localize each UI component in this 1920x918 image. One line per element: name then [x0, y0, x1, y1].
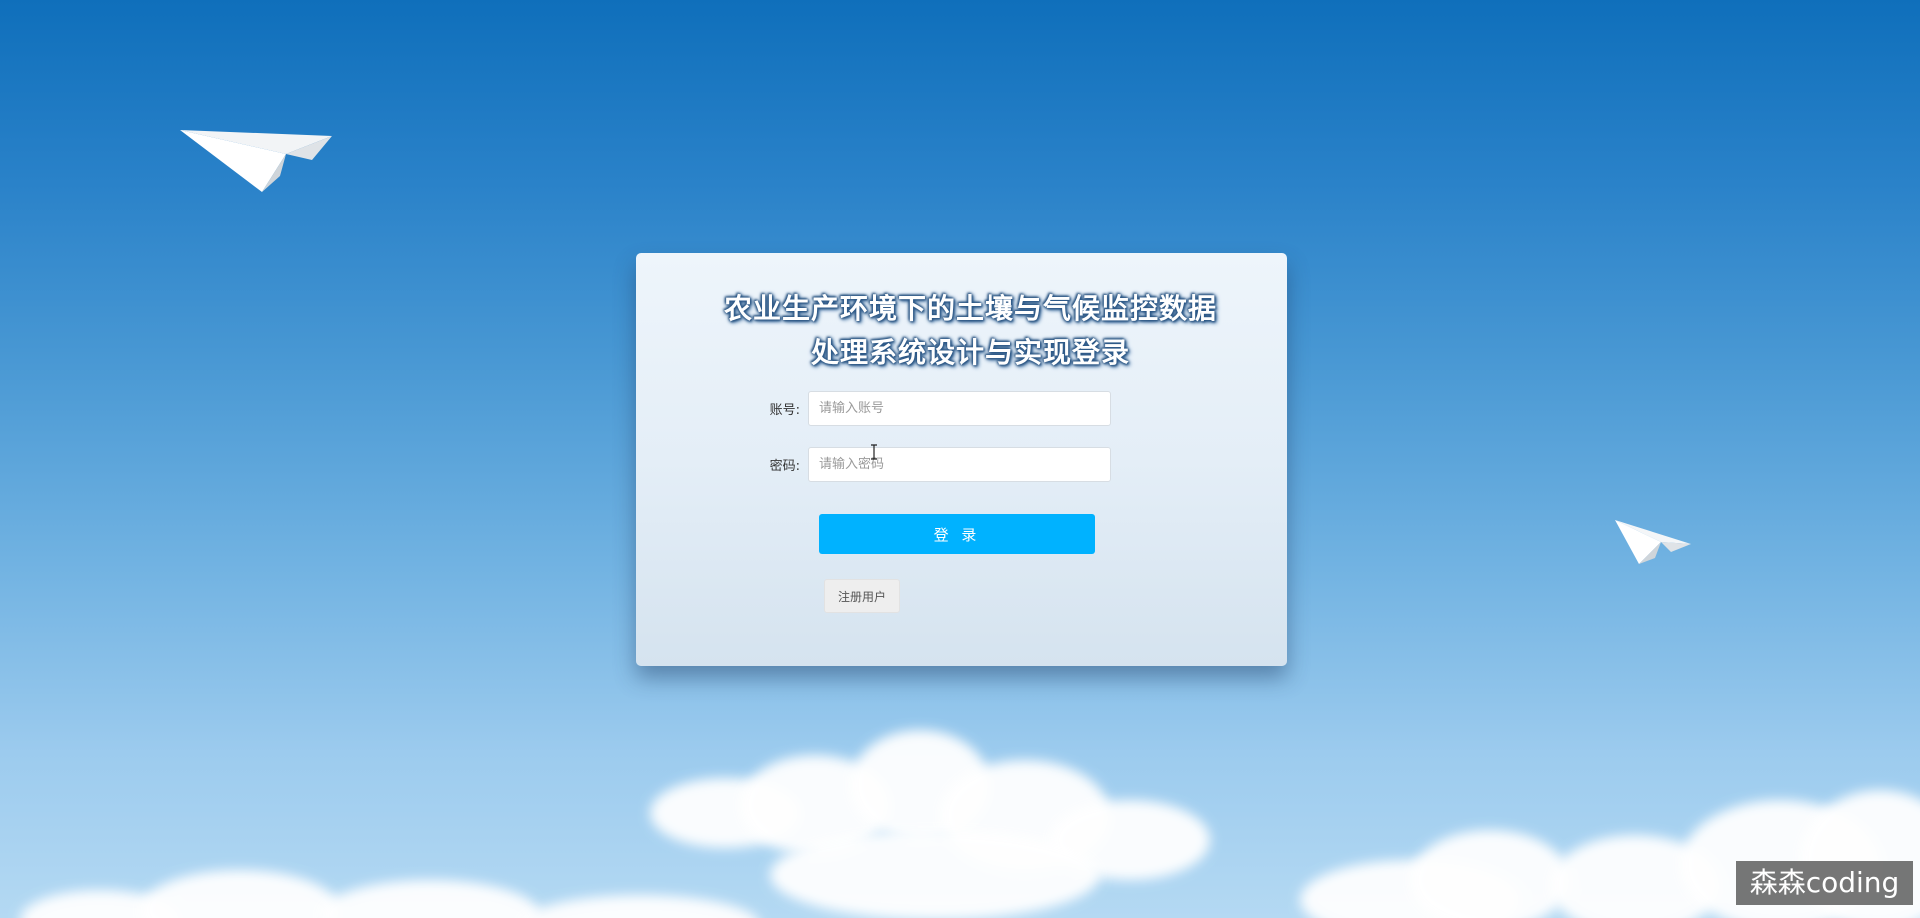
login-panel: 农业生产环境下的土壤与气候监控数据 处理系统设计与实现登录 账号: 密码: 登 …	[636, 253, 1287, 666]
password-row: 密码:	[760, 447, 1111, 482]
sky-background: 农业生产环境下的土壤与气候监控数据 处理系统设计与实现登录 账号: 密码: 登 …	[0, 0, 1920, 918]
account-label: 账号:	[769, 403, 800, 418]
cloud-bottom-left	[20, 860, 780, 918]
watermark: 森森coding	[1736, 861, 1913, 905]
account-input[interactable]	[808, 391, 1111, 426]
paper-plane-icon	[180, 130, 332, 192]
account-row: 账号:	[760, 391, 1111, 426]
page-title-line-2: 处理系统设计与实现登录	[810, 336, 1130, 369]
login-button[interactable]: 登 录	[819, 514, 1095, 554]
password-input[interactable]	[808, 447, 1111, 482]
page-title-line-1: 农业生产环境下的土壤与气候监控数据	[723, 292, 1217, 325]
page-title: 农业生产环境下的土壤与气候监控数据 处理系统设计与实现登录	[636, 287, 1287, 375]
password-label: 密码:	[769, 459, 800, 474]
paper-plane-icon	[1615, 520, 1691, 564]
text-cursor-icon	[871, 444, 877, 460]
register-button[interactable]: 注册用户	[824, 579, 900, 613]
